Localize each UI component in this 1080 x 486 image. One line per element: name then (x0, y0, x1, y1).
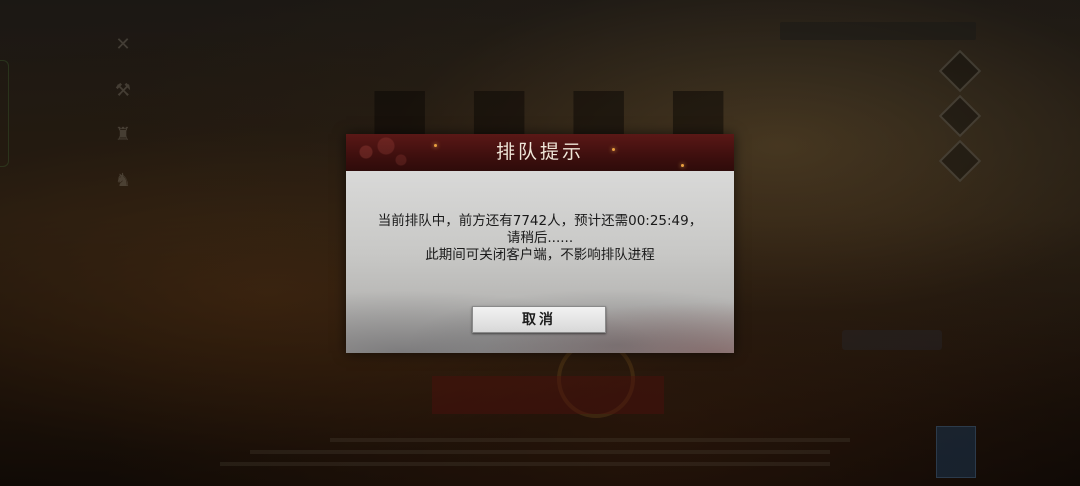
dialog-header: 排队提示 (346, 134, 734, 171)
person-icon[interactable]: ♜ (110, 122, 136, 148)
close-client-note: 此期间可关闭客户端，不影响排队进程 (425, 247, 655, 263)
queue-message: 当前排队中，前方还有7742人，预计还需00:25:49， 请稍后...... … (356, 213, 724, 264)
server-info-bar[interactable] (780, 22, 976, 40)
crossed-swords-icon[interactable]: ✕ (110, 32, 136, 58)
footer-line (330, 438, 850, 442)
cancel-button[interactable]: 取消 (472, 306, 606, 333)
footer-line (250, 450, 830, 454)
dialog-body: 当前排队中，前方还有7742人，预计还需00:25:49， 请稍后...... … (346, 171, 734, 353)
settings-diamond-icon[interactable] (938, 94, 982, 138)
start-game-button[interactable] (432, 376, 664, 414)
menu-diamond-icon[interactable] (938, 49, 982, 93)
age-rating-badge (936, 426, 976, 478)
footer-line (220, 462, 830, 466)
help-diamond-icon[interactable] (938, 139, 982, 183)
wait-line: 请稍后...... (506, 230, 574, 246)
game-login-screen: ✕ ⚒ ♜ ♞ ▇ ▇ ▇ ▇ 排队提示 当前排队中，前方还有7742人，预计还… (0, 0, 1080, 486)
queue-status-line: 当前排队中，前方还有7742人，预计还需00:25:49， (377, 213, 703, 229)
queue-dialog: 排队提示 当前排队中，前方还有7742人，预计还需00:25:49， 请稍后..… (346, 134, 734, 353)
left-side-tab[interactable] (0, 60, 9, 167)
hammer-icon[interactable]: ⚒ (110, 78, 136, 104)
dialog-title: 排队提示 (495, 141, 584, 163)
account-pill[interactable] (842, 330, 942, 350)
figure-icon[interactable]: ♞ (110, 168, 136, 194)
